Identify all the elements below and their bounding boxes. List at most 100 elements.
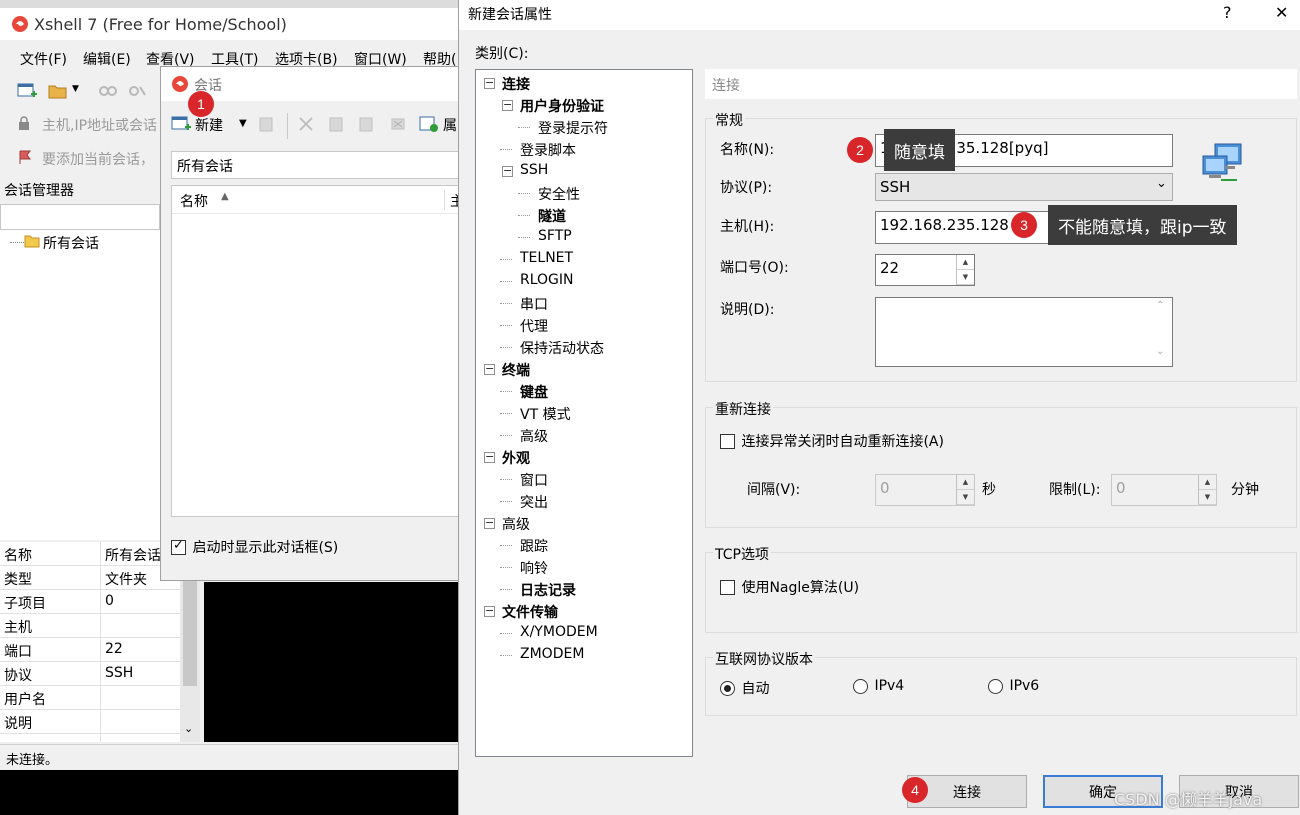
tree-collapse-icon[interactable]: − bbox=[484, 451, 495, 463]
connect-label: 连接 bbox=[953, 784, 981, 801]
category-tree-item[interactable]: 跟踪 bbox=[520, 536, 548, 556]
properties-label[interactable]: 属 bbox=[443, 115, 457, 135]
status-text: 未连接。 bbox=[6, 753, 59, 768]
col-name-header[interactable]: 名称 bbox=[180, 191, 208, 211]
session-tree: 所有会话 bbox=[0, 230, 160, 540]
category-tree-item[interactable]: 日志记录 bbox=[520, 580, 576, 600]
new-session-icon[interactable] bbox=[15, 80, 39, 102]
category-tree-item[interactable]: 登录提示符 bbox=[538, 118, 608, 138]
session-manager-header: 会话管理器 bbox=[0, 176, 160, 202]
radio-ipv4[interactable] bbox=[853, 678, 868, 694]
tree-collapse-icon[interactable]: − bbox=[502, 165, 513, 177]
tree-connector bbox=[500, 391, 512, 392]
category-tree-item[interactable]: X/YMODEM bbox=[520, 624, 598, 640]
status-bar: 未连接。 bbox=[0, 744, 460, 770]
category-tree-item[interactable]: SFTP bbox=[538, 228, 572, 244]
interval-label: 间隔(V): bbox=[747, 482, 801, 498]
startup-checkbox[interactable]: ✓ 启动时显示此对话框(S) bbox=[171, 537, 338, 557]
new-label: 新建 bbox=[195, 118, 223, 134]
tree-connector bbox=[500, 589, 512, 590]
menu-edit[interactable]: 编辑(E) bbox=[83, 49, 131, 69]
open-folder-icon[interactable] bbox=[46, 80, 70, 102]
tree-connector bbox=[500, 303, 512, 304]
radio-auto[interactable] bbox=[720, 680, 735, 696]
prop-value: 文件夹 bbox=[105, 572, 147, 588]
tree-connector bbox=[500, 479, 512, 480]
category-tree-item[interactable]: 隧道 bbox=[538, 206, 566, 226]
port-input[interactable]: 22 ▲ ▼ bbox=[875, 254, 975, 286]
category-tree-item[interactable]: 突出 bbox=[520, 492, 548, 512]
category-tree-item[interactable]: 外观 bbox=[502, 448, 530, 468]
category-tree-item[interactable]: VT 模式 bbox=[520, 404, 571, 424]
category-tree-item[interactable]: TELNET bbox=[520, 250, 573, 266]
category-tree-item[interactable]: 串口 bbox=[520, 294, 548, 314]
tree-connector bbox=[518, 215, 530, 216]
auto-reconnect-box[interactable] bbox=[720, 433, 735, 449]
session-filter-input[interactable] bbox=[0, 204, 160, 230]
category-tree-item[interactable]: 登录脚本 bbox=[520, 140, 576, 160]
help-button[interactable]: ? bbox=[1223, 3, 1232, 22]
tree-all-sessions[interactable]: 所有会话 bbox=[43, 233, 99, 253]
protocol-select[interactable]: SSH ⌄ bbox=[875, 173, 1173, 201]
category-tree-item[interactable]: ZMODEM bbox=[520, 646, 584, 662]
category-tree-item[interactable]: 响铃 bbox=[520, 558, 548, 578]
category-tree-item[interactable]: SSH bbox=[520, 162, 548, 178]
desc-textarea[interactable]: ⌃ ⌄ bbox=[875, 297, 1173, 367]
annotation-tip-name: 随意填 bbox=[884, 129, 955, 171]
category-tree-item[interactable]: 高级 bbox=[520, 426, 548, 446]
nagle-checkbox[interactable]: 使用Nagle算法(U) bbox=[720, 577, 859, 597]
category-tree-item[interactable]: 连接 bbox=[502, 74, 530, 94]
port-label: 端口号(O): bbox=[720, 260, 789, 276]
category-tree-item[interactable]: 终端 bbox=[502, 360, 530, 380]
properties-icon[interactable] bbox=[419, 115, 439, 133]
auto-reconnect-checkbox[interactable]: 连接异常关闭时自动重新连接(A) bbox=[720, 431, 944, 451]
category-tree[interactable]: − 连接 − 用户身份验证 登录提示符 登录脚本 − SSH 安全性 隧道 SFTP TELNET RL… bbox=[475, 69, 693, 757]
prop-row: 主机 bbox=[0, 614, 180, 638]
ip-auto-radio[interactable]: 自动 bbox=[720, 678, 769, 698]
port-spinner[interactable]: ▲ ▼ bbox=[956, 255, 974, 285]
category-tree-item[interactable]: RLOGIN bbox=[520, 272, 574, 288]
open-dropdown-icon[interactable]: ▼ bbox=[72, 84, 79, 94]
tree-connector bbox=[500, 435, 512, 436]
spin-down-icon: ▼ bbox=[957, 490, 974, 505]
tree-connector bbox=[500, 347, 512, 348]
category-tree-item[interactable]: 保持活动状态 bbox=[520, 338, 604, 358]
nagle-box[interactable] bbox=[720, 579, 735, 595]
new-dropdown-icon[interactable]: ▼ bbox=[239, 118, 247, 129]
spin-up-icon[interactable]: ▲ bbox=[957, 255, 974, 270]
scroll-down-icon[interactable]: ⌄ bbox=[184, 722, 193, 735]
category-tree-item[interactable]: 高级 bbox=[502, 514, 530, 534]
menu-file[interactable]: 文件(F) bbox=[20, 49, 67, 69]
tree-connector bbox=[500, 325, 512, 326]
annotation-tip-host: 不能随意填，跟ip一致 bbox=[1048, 205, 1237, 245]
interval-spinner: ▲ ▼ bbox=[956, 475, 974, 505]
terminal-area[interactable] bbox=[204, 582, 460, 742]
tree-connector bbox=[500, 501, 512, 502]
tree-collapse-icon[interactable]: − bbox=[502, 99, 513, 111]
close-button[interactable]: ✕ bbox=[1275, 3, 1288, 22]
category-tree-item[interactable]: 键盘 bbox=[520, 382, 548, 402]
session-list[interactable]: 名称 ▲ 主 bbox=[171, 185, 460, 517]
ip-v6-radio[interactable]: IPv6 bbox=[988, 678, 1039, 694]
ip-v4-radio[interactable]: IPv4 bbox=[853, 678, 904, 694]
address-input[interactable]: 主机,IP地址或会话 bbox=[42, 115, 157, 135]
tree-connector bbox=[500, 149, 512, 150]
prop-key: 子项目 bbox=[4, 596, 46, 612]
category-tree-item[interactable]: 文件传输 bbox=[502, 602, 558, 622]
category-tree-item[interactable]: 窗口 bbox=[520, 470, 548, 490]
category-tree-item[interactable]: 代理 bbox=[520, 316, 548, 336]
tree-collapse-icon[interactable]: − bbox=[484, 517, 495, 529]
tree-collapse-icon[interactable]: − bbox=[484, 363, 495, 375]
annotation-badge-2: 2 bbox=[847, 137, 873, 163]
disconnect-icon bbox=[125, 80, 149, 102]
radio-ipv6[interactable] bbox=[988, 678, 1003, 694]
category-tree-item[interactable]: 用户身份验证 bbox=[520, 96, 604, 116]
category-tree-item[interactable]: 安全性 bbox=[538, 184, 580, 204]
session-list-header: 名称 ▲ 主 bbox=[172, 186, 460, 214]
spin-down-icon[interactable]: ▼ bbox=[957, 270, 974, 285]
prop-key: 名称 bbox=[4, 548, 32, 564]
tree-connector bbox=[500, 633, 512, 634]
startup-checkbox-box[interactable]: ✓ bbox=[171, 538, 186, 555]
tree-collapse-icon[interactable]: − bbox=[484, 77, 495, 89]
tree-collapse-icon[interactable]: − bbox=[484, 605, 495, 617]
